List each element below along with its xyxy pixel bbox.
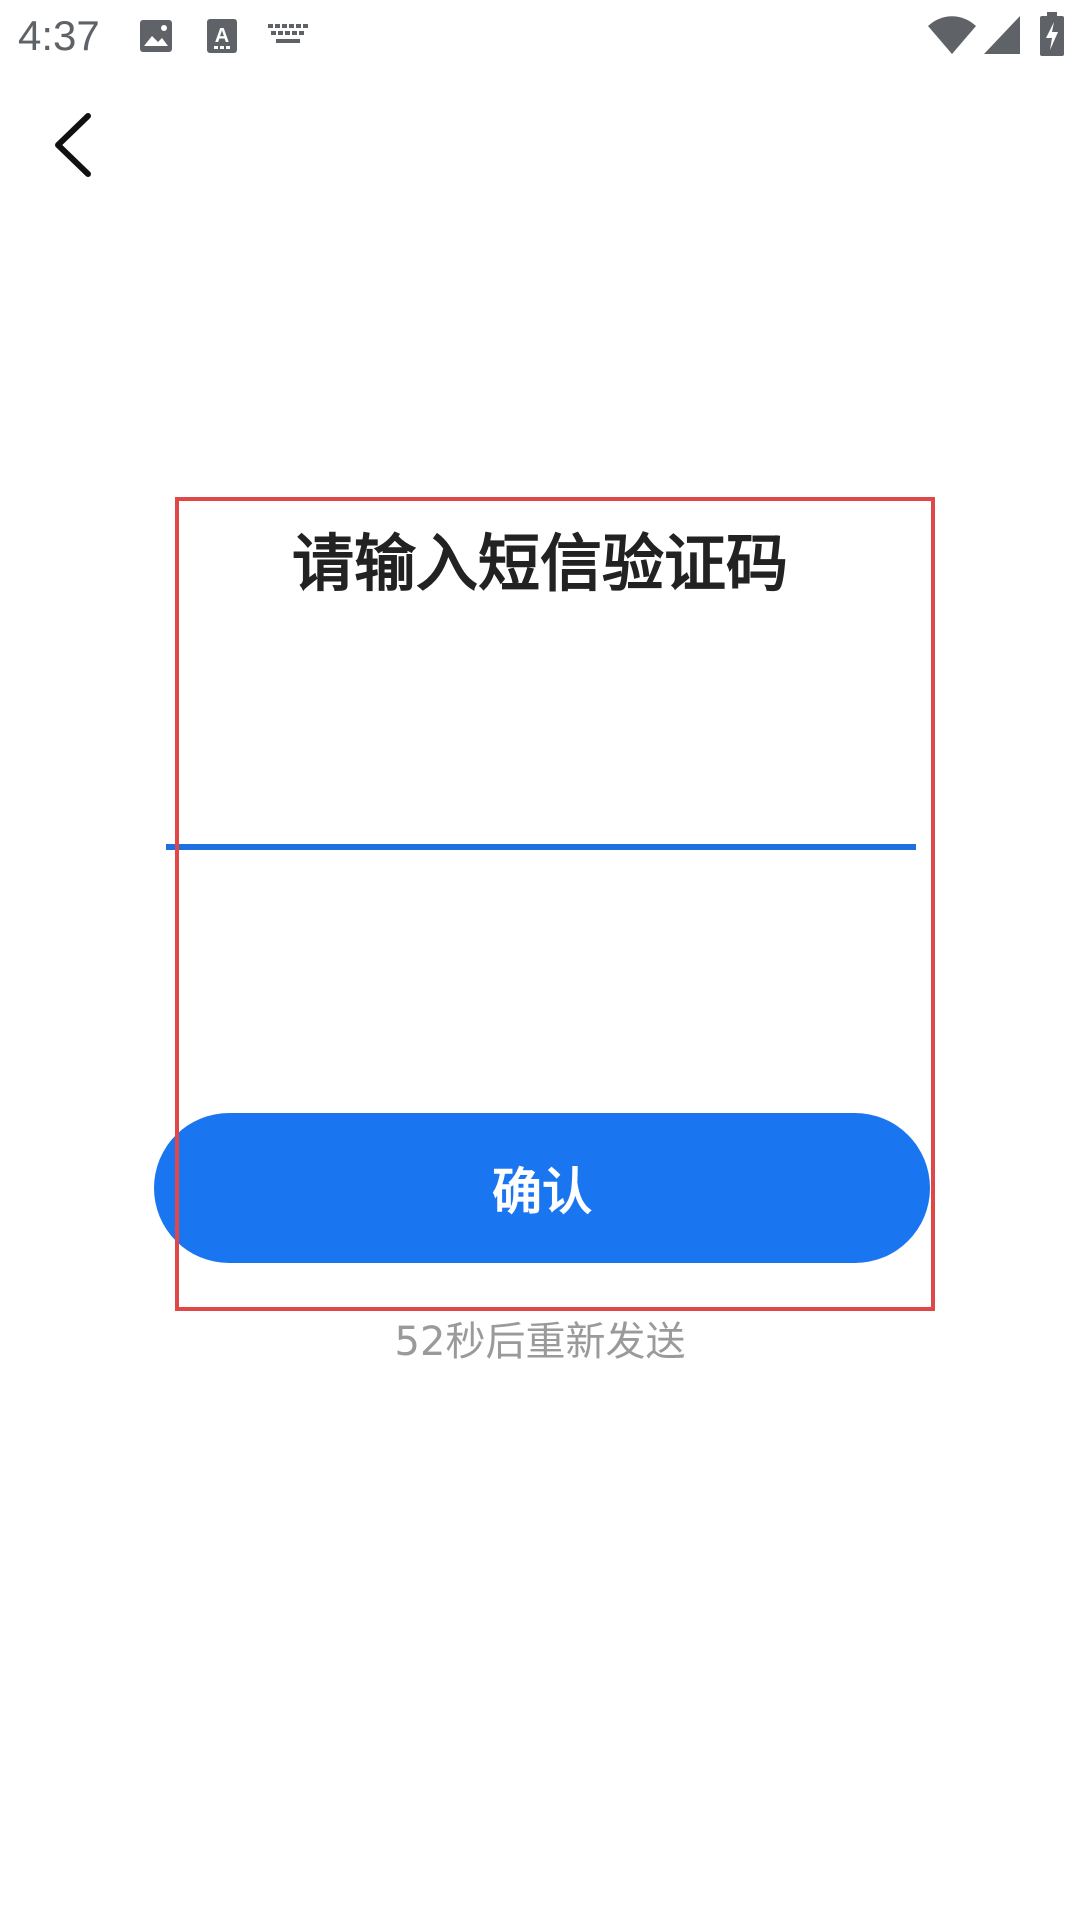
battery-charging-icon xyxy=(1040,12,1064,56)
input-underline xyxy=(166,844,916,850)
back-button[interactable] xyxy=(30,100,120,190)
image-icon xyxy=(140,20,172,52)
text-a-icon: A xyxy=(207,19,237,53)
confirm-button[interactable]: 确认 xyxy=(154,1113,930,1263)
status-time: 4:37 xyxy=(18,12,100,59)
page-title: 请输入短信验证码 xyxy=(291,527,788,600)
verification-code-input[interactable] xyxy=(166,700,916,846)
signal-icon xyxy=(984,16,1020,54)
keyboard-icon xyxy=(268,24,308,43)
resend-countdown: 52秒后重新发送 xyxy=(394,1319,686,1365)
verification-code-field[interactable] xyxy=(166,700,916,850)
status-bar: 4:37 A xyxy=(0,0,1080,72)
wifi-icon xyxy=(928,16,976,54)
svg-text:A: A xyxy=(215,25,229,47)
chevron-left-icon xyxy=(55,113,91,177)
